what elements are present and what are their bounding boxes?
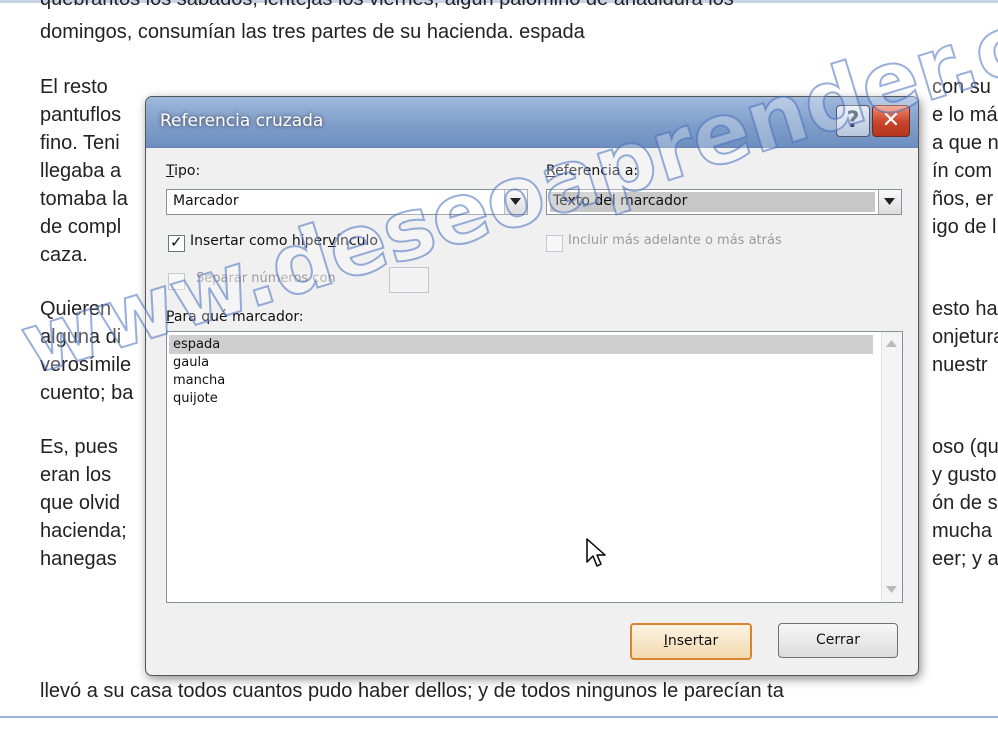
checkmark-icon: ✓ [170,233,183,251]
include-above-below-checkbox[interactable] [546,235,563,252]
doc-line: domingos, consumían las tres partes de s… [40,21,585,43]
doc-line: llegaba a [40,160,122,182]
dialog-title: Referencia cruzada [160,111,324,131]
list-item[interactable]: gaula [173,353,209,372]
list-item[interactable]: quijote [173,389,218,408]
separate-numbers-checkbox[interactable] [168,273,185,290]
doc-line: e lo más [932,104,998,126]
doc-line: mucha [932,520,993,542]
chevron-down-icon[interactable] [504,190,527,214]
doc-line: tomaba la [40,188,128,210]
doc-line: caza. [40,244,88,266]
insert-hyperlink-label: Insertar como hipervínculo [190,233,378,249]
doc-line: alguna di [40,326,122,348]
referencia-select-value: Texto del marcador [553,193,688,209]
bookmark-list-label: Para qué marcador: [166,309,304,325]
doc-line: ín com [932,160,993,182]
doc-line: hanegas [40,548,117,570]
doc-line: ños, er [932,188,994,210]
doc-line: pantuflos [40,104,122,126]
bookmark-list[interactable]: espada gaula mancha quijote [166,331,903,603]
referencia-label: Referencia a: [546,163,639,179]
close-icon: ✕ [881,108,901,133]
doc-line: oso (qu [932,436,998,458]
doc-line: verosímile [40,354,132,376]
help-icon: ? [846,108,860,133]
doc-line: ón de s [932,492,998,514]
list-item[interactable]: espada [169,335,873,354]
insert-button[interactable]: Insertar [630,623,752,660]
referencia-select[interactable]: Texto del marcador [546,189,902,215]
list-item[interactable]: mancha [173,371,225,390]
doc-line: con su [932,76,991,98]
include-above-below-label: Incluir más adelante o más atrás [568,233,782,248]
doc-line: y gusto [932,464,997,486]
mouse-pointer-icon [586,538,606,567]
list-scrollbar[interactable] [881,332,902,602]
doc-line: onjetura [932,326,998,348]
scroll-up-icon[interactable] [886,340,897,347]
separator-input[interactable] [389,267,429,293]
doc-line: El resto [40,76,108,98]
doc-line: nuestr [932,354,988,376]
doc-line: de compl [40,216,122,238]
doc-line: eran los [40,464,112,486]
page-bottom-rule [0,716,998,718]
doc-line: cuento; ba [40,382,134,404]
tipo-select[interactable]: Marcador [166,189,528,215]
scroll-down-icon[interactable] [886,586,897,593]
chevron-down-icon[interactable] [878,190,901,214]
insert-hyperlink-checkbox[interactable]: ✓ [168,233,185,252]
close-window-button[interactable]: ✕ [872,105,910,137]
tipo-label: Tipo: [166,163,201,179]
close-button[interactable]: Cerrar [778,623,898,658]
doc-line: eer; y a [932,548,998,570]
doc-line: fino. Teni [40,132,120,154]
cross-reference-dialog: Referencia cruzada ? ✕ Tipo: Marcador Re… [145,96,919,676]
doc-line: Es, pues [40,436,118,458]
doc-line: llevó a su casa todos cuantos pudo haber… [40,680,784,702]
separate-numbers-label: Separar números con [196,271,336,286]
help-button[interactable]: ? [836,105,870,137]
tipo-select-value: Marcador [173,193,239,209]
dialog-titlebar[interactable]: Referencia cruzada ? ✕ [146,97,918,148]
doc-line: a que n [932,132,998,154]
doc-line: Quieren [40,298,112,320]
doc-line: esto ha [932,298,998,320]
doc-line: quebrantos los sábados, lentejas los vie… [40,0,734,11]
doc-line: hacienda; [40,520,127,542]
doc-line: que olvid [40,492,121,514]
doc-line: igo de l [932,216,997,238]
